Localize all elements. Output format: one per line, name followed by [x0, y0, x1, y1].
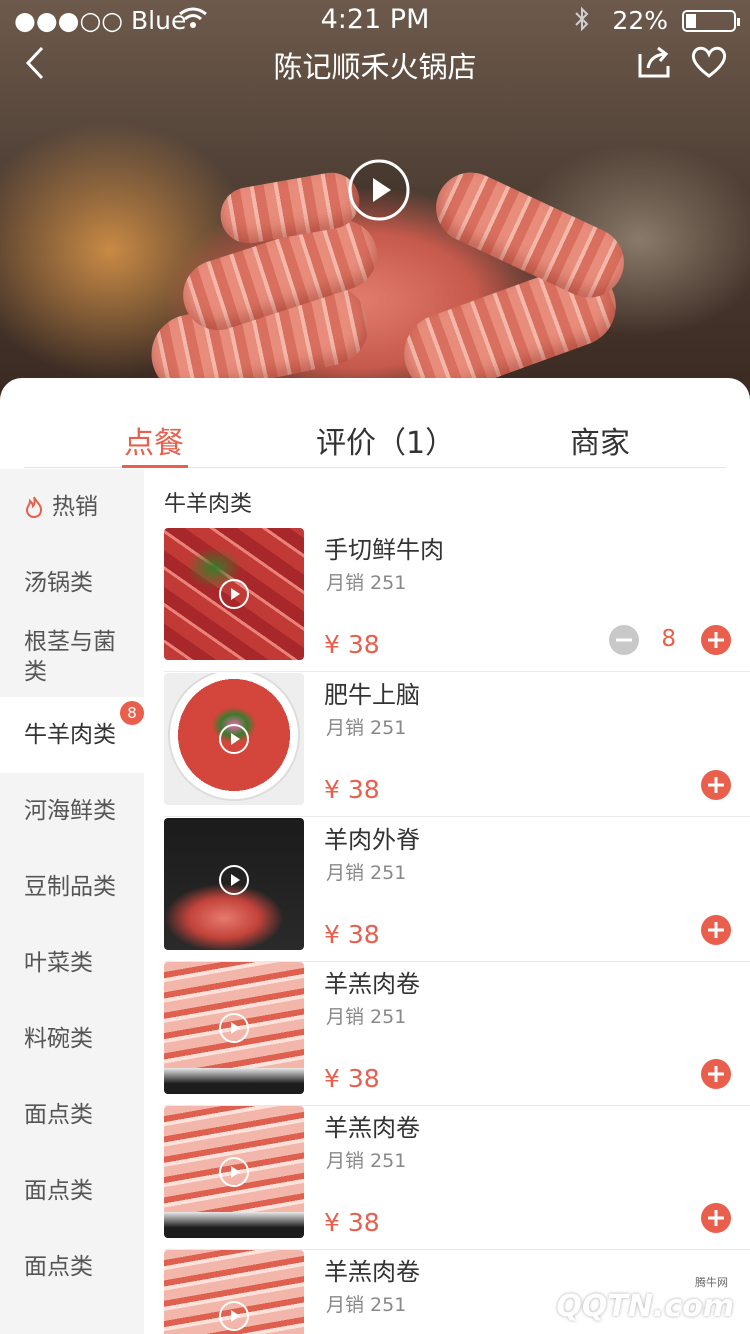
- item-monthly-sales: 月销 251: [326, 1006, 407, 1028]
- cart-count-badge: 8: [120, 701, 144, 725]
- battery-percent: 22%: [612, 6, 668, 35]
- section-title: 牛羊肉类: [164, 492, 253, 517]
- menu-item[interactable]: 羊肉外脊 月销 251 ¥ 38: [164, 818, 750, 962]
- video-play-icon[interactable]: [218, 578, 250, 610]
- plus-circle-icon[interactable]: [700, 624, 732, 656]
- plus-circle-icon[interactable]: [700, 1202, 732, 1234]
- sidebar-item-label: 汤锅类: [24, 570, 93, 596]
- bluetooth-icon: [575, 6, 589, 32]
- menu-item[interactable]: 手切鲜牛肉 月销 251 ¥ 38 8: [164, 528, 750, 672]
- sidebar-item-beef-lamb[interactable]: 牛羊肉类 8: [0, 697, 144, 773]
- item-price: ¥ 38: [324, 630, 380, 659]
- item-name: 肥牛上脑: [324, 681, 420, 709]
- item-thumbnail[interactable]: [164, 1106, 304, 1238]
- sidebar-item-noodles[interactable]: 面点类: [0, 1153, 144, 1229]
- sidebar-item-label: 叶菜类: [24, 950, 93, 976]
- item-name: 羊羔肉卷: [324, 1114, 420, 1142]
- sidebar-item-label: 豆制品类: [24, 874, 116, 900]
- nav-bar: 陈记顺禾火锅店: [0, 40, 750, 86]
- video-play-icon[interactable]: [347, 158, 411, 222]
- plus-circle-icon[interactable]: [700, 1058, 732, 1090]
- sidebar-item-noodles[interactable]: 面点类: [0, 1077, 144, 1153]
- watermark-logo-text: QQTN.com: [556, 1289, 734, 1324]
- plus-circle-icon[interactable]: [700, 914, 732, 946]
- tab-active-indicator: [122, 465, 188, 468]
- hero-banner: ●●●○○ Blue 4:21 PM 22% 陈记顺禾火锅店: [0, 0, 750, 400]
- minus-circle-icon[interactable]: [608, 624, 640, 656]
- sidebar-item-seafood[interactable]: 河海鲜类: [0, 773, 144, 849]
- item-thumbnail[interactable]: [164, 528, 304, 660]
- item-price: ¥ 38: [324, 775, 380, 804]
- video-play-icon[interactable]: [218, 1156, 250, 1188]
- sidebar-item-label: 热销: [52, 494, 98, 520]
- site-watermark: 腾牛网 QQTN.com: [540, 1276, 744, 1330]
- tab-order[interactable]: 点餐: [124, 418, 184, 462]
- menu-item[interactable]: 羊羔肉卷 月销 251 ¥ 38: [164, 962, 750, 1106]
- sidebar-item-hot[interactable]: 热销: [0, 469, 144, 545]
- sidebar-item-soup[interactable]: 汤锅类: [0, 545, 144, 621]
- flame-icon: [25, 496, 43, 519]
- item-quantity: 8: [661, 626, 676, 652]
- sidebar-item-label: 料碗类: [24, 1026, 93, 1052]
- sidebar-item-label: 根茎与菌类: [24, 629, 116, 685]
- sidebar-item-label: 面点类: [24, 1102, 93, 1128]
- item-monthly-sales: 月销 251: [326, 1294, 407, 1316]
- item-thumbnail[interactable]: [164, 673, 304, 805]
- item-price: ¥ 38: [324, 920, 380, 949]
- menu-sheet: 点餐 评价（1） 商家 热销 汤锅类 根茎与菌类 牛羊肉类 8 河海鲜类 豆制品…: [0, 378, 750, 1334]
- sidebar-item-roots-mushrooms[interactable]: 根茎与菌类: [0, 619, 144, 695]
- item-name: 羊羔肉卷: [324, 970, 420, 998]
- watermark-small-text: 腾牛网: [695, 1276, 728, 1289]
- video-play-icon[interactable]: [218, 723, 250, 755]
- item-thumbnail[interactable]: [164, 1250, 304, 1334]
- tab-reviews[interactable]: 评价（1）: [316, 418, 455, 462]
- category-sidebar: 热销 汤锅类 根茎与菌类 牛羊肉类 8 河海鲜类 豆制品类 叶菜类 料碗类 面点…: [0, 469, 144, 1334]
- menu-item[interactable]: 肥牛上脑 月销 251 ¥ 38: [164, 673, 750, 817]
- battery-icon: [682, 10, 740, 32]
- item-price: ¥ 38: [324, 1064, 380, 1093]
- item-thumbnail[interactable]: [164, 962, 304, 1094]
- item-name: 手切鲜牛肉: [324, 536, 444, 564]
- tab-merchant[interactable]: 商家: [570, 418, 630, 462]
- sidebar-item-noodles[interactable]: 面点类: [0, 1229, 144, 1305]
- sidebar-item-label: 河海鲜类: [24, 798, 116, 824]
- sidebar-item-tofu[interactable]: 豆制品类: [0, 849, 144, 925]
- sidebar-item-sauces[interactable]: 料碗类: [0, 1001, 144, 1077]
- video-play-icon[interactable]: [218, 864, 250, 896]
- item-price: ¥ 38: [324, 1208, 380, 1237]
- item-thumbnail[interactable]: [164, 818, 304, 950]
- sidebar-item-leafy-veg[interactable]: 叶菜类: [0, 925, 144, 1001]
- share-icon[interactable]: [636, 44, 672, 80]
- favorite-heart-icon[interactable]: [690, 44, 728, 80]
- status-bar: ●●●○○ Blue 4:21 PM 22%: [0, 0, 750, 40]
- item-monthly-sales: 月销 251: [326, 862, 407, 884]
- item-monthly-sales: 月销 251: [326, 1150, 407, 1172]
- plus-circle-icon[interactable]: [700, 769, 732, 801]
- item-name: 羊肉外脊: [324, 826, 420, 854]
- item-name: 羊羔肉卷: [324, 1258, 420, 1286]
- item-monthly-sales: 月销 251: [326, 572, 407, 594]
- tab-bar: 点餐 评价（1） 商家: [24, 378, 726, 468]
- sidebar-item-label: 面点类: [24, 1178, 93, 1204]
- sidebar-item-label: 牛羊肉类: [24, 722, 116, 748]
- video-play-icon[interactable]: [218, 1012, 250, 1044]
- menu-item[interactable]: 羊羔肉卷 月销 251 ¥ 38: [164, 1106, 750, 1250]
- video-play-icon[interactable]: [218, 1300, 250, 1332]
- sidebar-item-label: 面点类: [24, 1254, 93, 1280]
- item-monthly-sales: 月销 251: [326, 717, 407, 739]
